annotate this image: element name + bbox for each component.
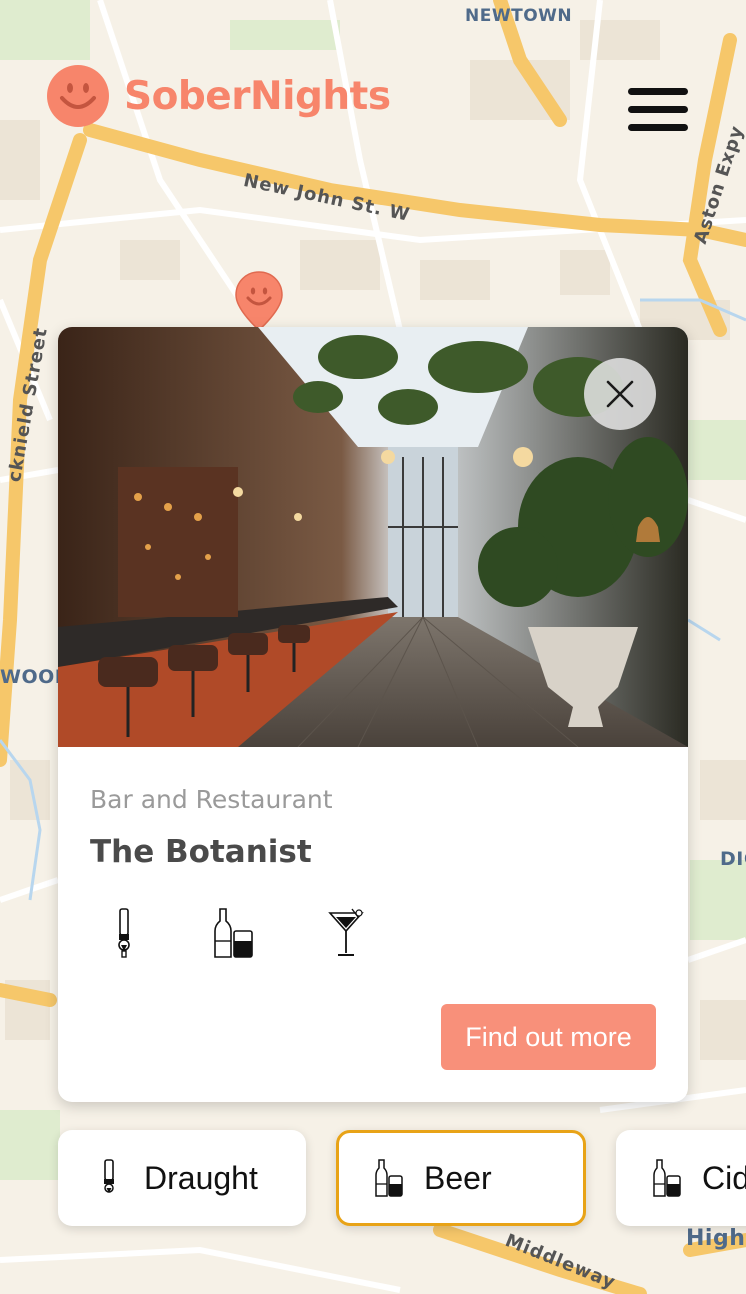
venue-name: The Botanist xyxy=(90,834,312,870)
draught-tap-icon xyxy=(104,1159,114,1193)
beer-bottle-icon xyxy=(214,908,253,958)
filter-chip-cider[interactable]: Cid xyxy=(616,1130,746,1226)
venue-card: Bar and Restaurant The Botanist Find out… xyxy=(58,327,688,1102)
close-icon xyxy=(606,380,634,408)
filter-chip-label: Beer xyxy=(424,1159,492,1196)
map-label-area: DIG xyxy=(720,848,746,870)
filter-chip-label: Cid xyxy=(702,1159,746,1196)
venue-map-pin-icon[interactable] xyxy=(234,270,284,332)
smiley-logo-icon xyxy=(47,65,109,127)
map-label-area: High xyxy=(686,1226,746,1251)
brand-name[interactable]: SoberNights xyxy=(124,74,391,119)
filter-chip-label: Draught xyxy=(144,1159,258,1196)
draught-tap-icon xyxy=(118,908,130,958)
beer-bottle-icon xyxy=(375,1159,403,1197)
find-out-more-button[interactable]: Find out more xyxy=(441,1004,656,1070)
filter-chip-draught[interactable]: Draught xyxy=(58,1130,306,1226)
cocktail-glass-icon xyxy=(328,908,364,956)
app-header: SoberNights xyxy=(0,0,746,190)
venue-category: Bar and Restaurant xyxy=(90,785,333,814)
filter-chip-beer[interactable]: Beer xyxy=(336,1130,586,1226)
hamburger-menu-icon[interactable] xyxy=(628,86,688,134)
cider-bottle-icon xyxy=(653,1159,681,1197)
close-card-button[interactable] xyxy=(584,358,656,430)
